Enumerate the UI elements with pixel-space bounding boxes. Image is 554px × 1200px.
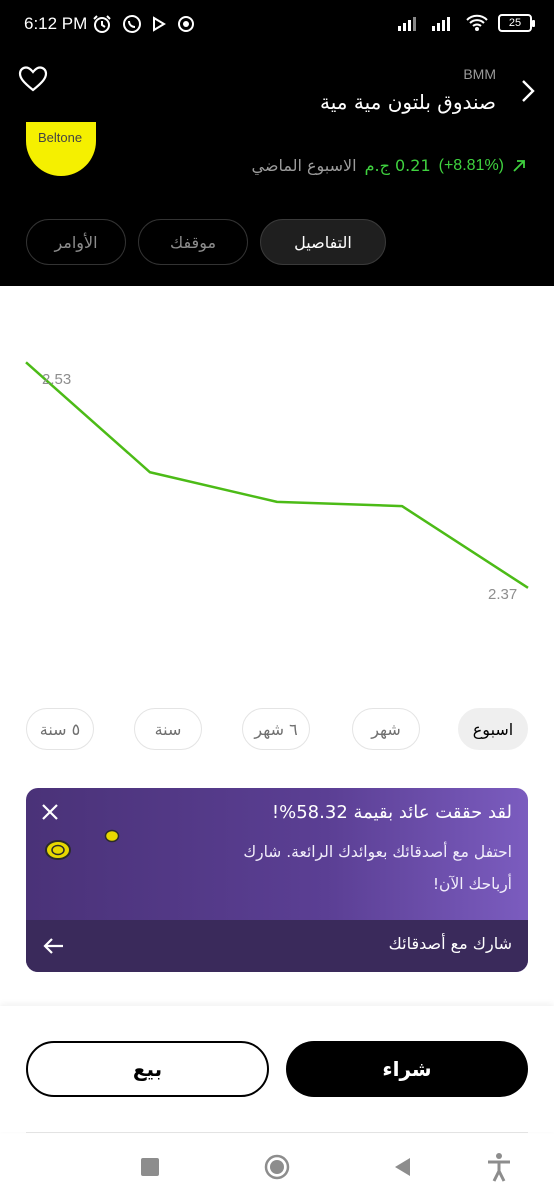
close-icon[interactable]	[40, 802, 60, 822]
heart-icon[interactable]	[18, 64, 48, 94]
fund-ticker: BMM	[463, 66, 496, 82]
android-navigation-bar	[0, 1134, 554, 1200]
promo-body: احتفل مع أصدقائك بعوائدك الرائعة. شارك أ…	[243, 843, 512, 893]
chevron-right-icon[interactable]	[518, 78, 538, 104]
period-5-years[interactable]: ٥ سنة	[26, 708, 94, 750]
price-chart-svg	[25, 361, 529, 589]
status-time: 6:12 PM	[24, 14, 88, 33]
play-icon	[153, 16, 166, 32]
alarm-icon	[93, 15, 111, 33]
share-label: شارك مع أصدقائك	[388, 934, 512, 953]
change-amount: 0.21 ج.م	[364, 156, 431, 175]
signal-icon	[432, 17, 450, 31]
wifi-icon	[466, 14, 488, 31]
recents-icon[interactable]	[141, 1158, 159, 1176]
divider	[26, 1132, 528, 1133]
tab-orders[interactable]: الأوامر	[26, 219, 126, 265]
home-icon[interactable]	[264, 1154, 290, 1180]
accessibility-icon[interactable]	[486, 1152, 512, 1182]
status-bar: 6:12 PM 25	[0, 0, 554, 50]
change-period: الاسبوع الماضي	[251, 156, 357, 175]
buy-button[interactable]: شراء	[286, 1041, 528, 1097]
fund-tabs: الأوامر موقفك التفاصيل	[26, 219, 386, 265]
arrow-left-icon	[43, 938, 63, 954]
coin-icon	[45, 840, 71, 860]
signal-icon	[398, 17, 416, 31]
status-notification-icons	[92, 14, 196, 34]
share-with-friends-button[interactable]: شارك مع أصدقائك	[26, 920, 528, 972]
promo-title: لقد حققت عائد بقيمة 58.32%!	[271, 802, 512, 823]
chart-min-label: 2.37	[488, 586, 518, 603]
status-system-icons: 25	[398, 14, 535, 32]
coin-icon	[104, 829, 120, 843]
fund-header: 6:12 PM 25 BMM صندوق بلتون مية مية Belto…	[0, 0, 554, 286]
trade-action-bar: بيع شراء	[0, 1006, 554, 1132]
period-1-month[interactable]: شهر	[352, 708, 420, 750]
period-1-week[interactable]: اسبوع	[458, 708, 528, 750]
sell-button[interactable]: بيع	[26, 1041, 269, 1097]
change-percent: (+8.81%)	[438, 156, 504, 174]
weekly-change: الاسبوع الماضي 0.21 ج.م (+8.81%)	[252, 156, 526, 175]
price-series-line	[25, 361, 529, 589]
fund-logo: Beltone	[26, 122, 96, 176]
record-icon	[178, 16, 194, 32]
price-chart: 2.53 2.37	[0, 286, 554, 696]
tab-position[interactable]: موقفك	[138, 219, 248, 265]
tab-details[interactable]: التفاصيل	[260, 219, 386, 265]
returns-promo-card: لقد حققت عائد بقيمة 58.32%! احتفل مع أصد…	[26, 788, 528, 972]
period-selector: ٥ سنة سنة ٦ شهر شهر اسبوع	[26, 708, 528, 750]
arrow-up-right-icon	[513, 159, 525, 172]
battery-icon: 25	[498, 14, 535, 32]
whatsapp-icon	[123, 15, 141, 33]
back-icon[interactable]	[392, 1156, 412, 1178]
chart-max-label: 2.53	[42, 371, 72, 388]
logo-text: Beltone	[38, 130, 83, 145]
period-6-months[interactable]: ٦ شهر	[242, 708, 310, 750]
period-1-year[interactable]: سنة	[134, 708, 202, 750]
fund-name: صندوق بلتون مية مية	[320, 90, 496, 114]
